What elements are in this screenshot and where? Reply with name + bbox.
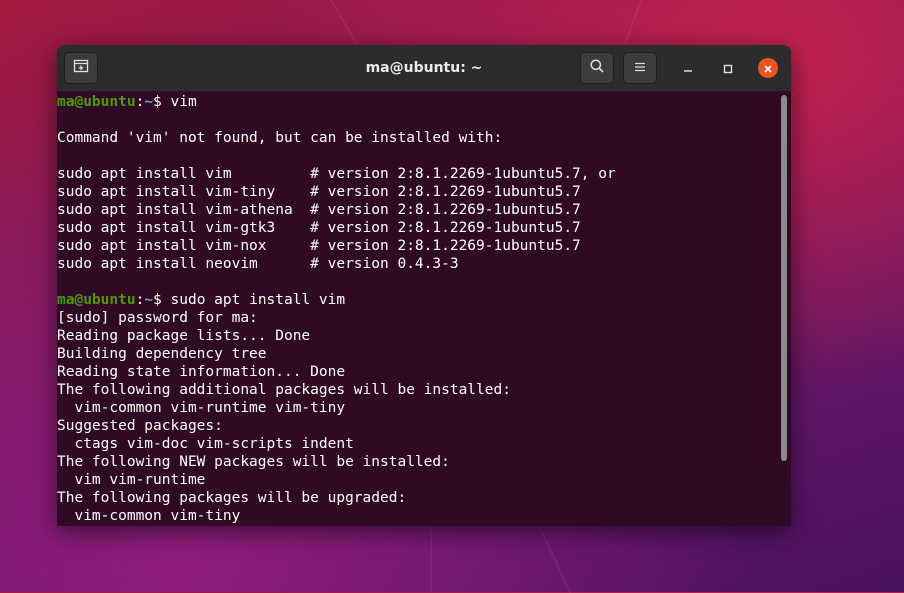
- wallpaper-streak: [540, 529, 572, 593]
- search-button[interactable]: [580, 52, 614, 84]
- prompt-symbol: $: [153, 292, 171, 308]
- terminal-line: ma@ubuntu:~$ vim: [57, 93, 779, 111]
- maximize-button[interactable]: [718, 58, 738, 78]
- prompt-path: ~: [144, 94, 154, 110]
- output-text: sudo apt install vim-athena # version 2:…: [57, 202, 581, 218]
- terminal-line: [sudo] password for ma:: [57, 309, 779, 327]
- output-text: The following additional packages will b…: [57, 382, 511, 398]
- prompt-separator: :: [135, 94, 145, 110]
- hamburger-menu-icon: [633, 59, 647, 78]
- output-text: ctags vim-doc vim-scripts indent: [57, 436, 354, 452]
- search-icon: [589, 58, 605, 78]
- terminal-line: vim vim-runtime: [57, 471, 779, 489]
- output-text: vim-common vim-tiny: [57, 508, 241, 524]
- terminal-line: sudo apt install vim-gtk3 # version 2:8.…: [57, 219, 779, 237]
- output-text: [sudo] password for ma:: [57, 310, 258, 326]
- command-text: vim: [170, 94, 197, 110]
- close-icon: [763, 59, 773, 78]
- prompt-path: ~: [144, 292, 154, 308]
- output-text: sudo apt install vim-nox # version 2:8.1…: [57, 238, 581, 254]
- terminal-line: The following additional packages will b…: [57, 381, 779, 399]
- output-text: sudo apt install vim-gtk3 # version 2:8.…: [57, 220, 581, 236]
- terminal-line: The following packages will be upgraded:: [57, 489, 779, 507]
- terminal-window[interactable]: ma@ubuntu: ~ ma@ubuntu:~$ vim Command 'v…: [57, 45, 791, 526]
- output-text: Suggested packages:: [57, 418, 223, 434]
- prompt-separator: :: [135, 292, 145, 308]
- output-text: sudo apt install vim # version 2:8.1.226…: [57, 166, 616, 182]
- terminal-line: Reading state information... Done: [57, 363, 779, 381]
- terminal-line: vim-common vim-tiny: [57, 507, 779, 525]
- terminal-line: ctags vim-doc vim-scripts indent: [57, 435, 779, 453]
- terminal-line: Suggested packages:: [57, 417, 779, 435]
- new-tab-icon: [73, 58, 89, 78]
- terminal-line: sudo apt install vim-athena # version 2:…: [57, 201, 779, 219]
- menu-button[interactable]: [623, 52, 657, 84]
- terminal-scrollbar[interactable]: [781, 95, 787, 461]
- terminal-line: sudo apt install vim # version 2:8.1.226…: [57, 165, 779, 183]
- output-text: The following packages will be upgraded:: [57, 490, 407, 506]
- terminal-output[interactable]: ma@ubuntu:~$ vim Command 'vim' not found,…: [57, 92, 779, 526]
- terminal-line: Reading package lists... Done: [57, 327, 779, 345]
- minimize-button[interactable]: [678, 58, 698, 78]
- terminal-line: vim-common vim-runtime vim-tiny: [57, 399, 779, 417]
- output-text: Command 'vim' not found, but can be inst…: [57, 130, 503, 146]
- minimize-icon: [683, 59, 693, 78]
- output-text: sudo apt install neovim # version 0.4.3-…: [57, 256, 459, 272]
- terminal-line: sudo apt install neovim # version 0.4.3-…: [57, 255, 779, 273]
- terminal-line: sudo apt install vim-nox # version 2:8.1…: [57, 237, 779, 255]
- close-button[interactable]: [758, 58, 778, 78]
- output-text: sudo apt install vim-tiny # version 2:8.…: [57, 184, 581, 200]
- prompt-user: ma@ubuntu: [57, 292, 136, 308]
- terminal-line: The following NEW packages will be insta…: [57, 453, 779, 471]
- prompt-symbol: $: [153, 94, 171, 110]
- terminal-line: Building dependency tree: [57, 345, 779, 363]
- wallpaper-streak: [430, 520, 432, 592]
- output-text: Building dependency tree: [57, 346, 267, 362]
- output-text: Reading state information... Done: [57, 364, 346, 380]
- output-text: vim-common vim-runtime vim-tiny: [57, 400, 346, 416]
- title-bar[interactable]: ma@ubuntu: ~: [57, 45, 791, 92]
- output-text: The following NEW packages will be insta…: [57, 454, 450, 470]
- command-text: sudo apt install vim: [170, 292, 346, 308]
- terminal-line: sudo apt install vim-tiny # version 2:8.…: [57, 183, 779, 201]
- maximize-icon: [723, 59, 733, 78]
- output-text: Reading package lists... Done: [57, 328, 311, 344]
- terminal-line: ma@ubuntu:~$ sudo apt install vim: [57, 291, 779, 309]
- new-tab-button[interactable]: [64, 52, 98, 84]
- terminal-line: Command 'vim' not found, but can be inst…: [57, 129, 779, 147]
- output-text: vim vim-runtime: [57, 472, 206, 488]
- prompt-user: ma@ubuntu: [57, 94, 136, 110]
